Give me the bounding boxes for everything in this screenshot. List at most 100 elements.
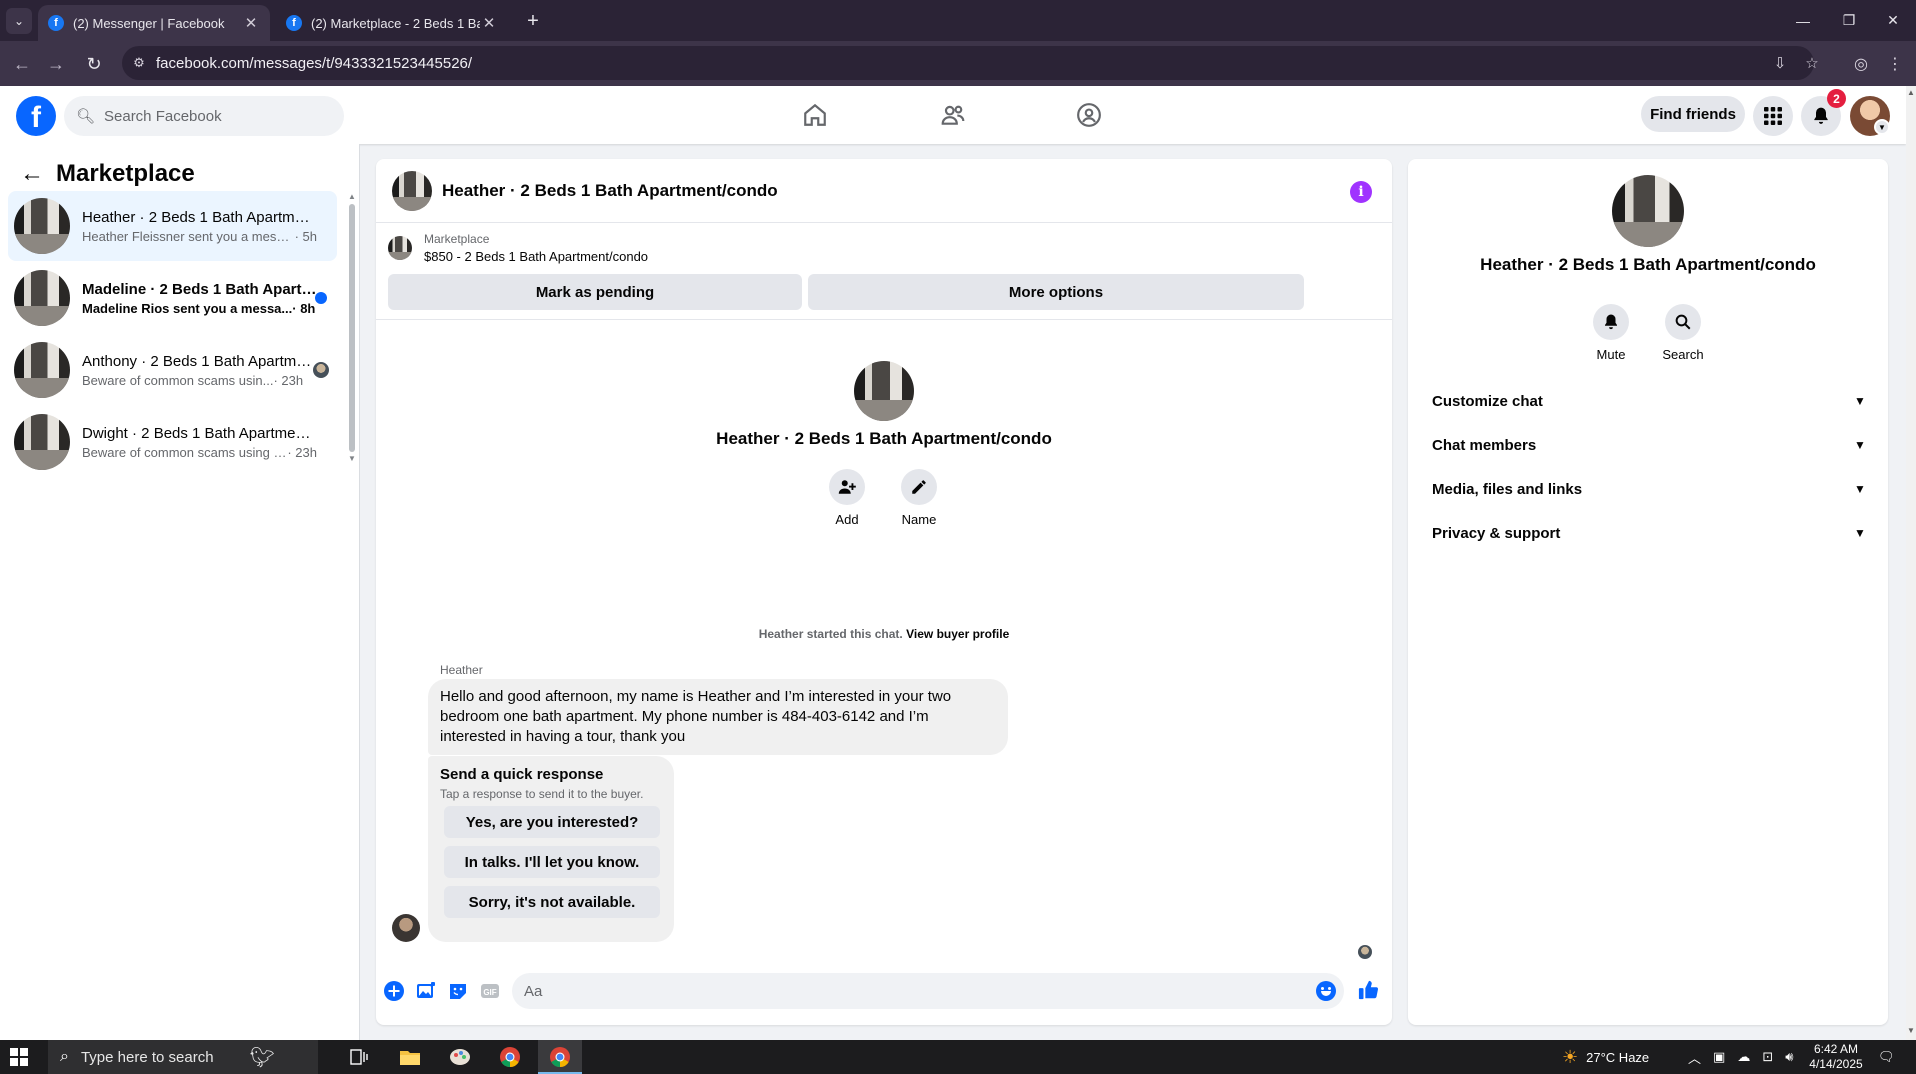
tab-messenger[interactable]: f (2) Messenger | Facebook ✕ xyxy=(38,5,270,41)
add-people-button[interactable]: Add xyxy=(812,469,882,527)
tray-overflow-icon[interactable]: ︿ xyxy=(1688,1048,1701,1067)
listing-summary[interactable]: Marketplace $850 - 2 Beds 1 Bath Apartme… xyxy=(388,232,648,264)
sender-name: Heather xyxy=(440,663,483,677)
notification-badge: 2 xyxy=(1827,89,1846,108)
bookmark-star-icon[interactable]: ☆ xyxy=(1800,51,1824,75)
scroll-up-icon[interactable]: ▲ xyxy=(348,192,356,201)
grid-menu-icon xyxy=(1764,107,1782,125)
chrome-profile-icon[interactable] xyxy=(547,1044,573,1070)
media-files-links-section[interactable]: Media, files and links ▼ xyxy=(1416,469,1880,509)
taskbar-search[interactable]: ⌕ Type here to search 🐦︎ xyxy=(48,1040,318,1074)
chat-members-section[interactable]: Chat members ▼ xyxy=(1416,425,1880,465)
url-text[interactable]: facebook.com/messages/t/9433321523445526… xyxy=(156,55,472,72)
forward-button[interactable]: → xyxy=(42,50,70,78)
tab-search-button[interactable]: ⌄ xyxy=(6,8,32,34)
svg-text:GIF: GIF xyxy=(483,988,496,997)
install-app-icon[interactable]: ⇩ xyxy=(1768,51,1792,75)
restore-button[interactable]: ❐ xyxy=(1826,0,1872,41)
photo-icon xyxy=(417,982,435,998)
privacy-support-section[interactable]: Privacy & support ▼ xyxy=(1416,513,1880,553)
message-input-box[interactable] xyxy=(512,973,1344,1009)
more-options-button[interactable]: More options xyxy=(808,274,1304,310)
page-scrollbar[interactable]: ▲ ▼ xyxy=(1906,86,1916,1040)
sidebar-scrollbar[interactable]: ▲ ▼ xyxy=(348,192,356,463)
facebook-search[interactable]: 🔍︎ xyxy=(64,96,344,136)
file-explorer-icon[interactable] xyxy=(397,1044,423,1070)
reload-button[interactable]: ↻ xyxy=(80,50,108,78)
chevron-down-icon: ⌄ xyxy=(13,14,25,28)
listing-description: $850 - 2 Beds 1 Bath Apartment/condo xyxy=(424,249,649,264)
back-arrow-icon[interactable]: ← xyxy=(16,158,48,190)
quick-response-button[interactable]: Yes, are you interested? xyxy=(444,806,660,838)
attach-photo-button[interactable] xyxy=(416,981,436,1001)
message-input[interactable] xyxy=(524,982,1304,1000)
site-info-icon[interactable]: ⚙ xyxy=(122,55,156,71)
nav-friends[interactable] xyxy=(898,90,1008,140)
tab-marketplace[interactable]: f (2) Marketplace - 2 Beds 1 Bath ✕ xyxy=(276,5,508,41)
clock-time: 6:42 AM xyxy=(1813,1042,1859,1056)
conversation-item[interactable]: Heather · 2 Beds 1 Bath Apartment/condo … xyxy=(8,191,337,261)
search-icon: ⌕ xyxy=(60,1048,69,1065)
taskbar-clock[interactable]: 6:42 AM 4/14/2025 xyxy=(1804,1042,1868,1072)
find-friends-button[interactable]: Find friends xyxy=(1641,96,1745,132)
browser-menu-icon[interactable]: ⋮ xyxy=(1882,51,1908,77)
listing-thumbnail xyxy=(14,198,70,254)
chevron-down-icon: ▼ xyxy=(1854,438,1866,452)
paint-app-icon[interactable] xyxy=(447,1044,473,1070)
facebook-logo[interactable]: f xyxy=(16,96,56,136)
quick-response-button[interactable]: Sorry, it's not available. xyxy=(444,886,660,918)
sender-avatar[interactable] xyxy=(392,914,420,942)
chat-avatar[interactable] xyxy=(392,170,432,211)
mute-button[interactable]: Mute xyxy=(1576,304,1646,362)
quick-response-button[interactable]: In talks. I'll let you know. xyxy=(444,846,660,878)
browser-tabstrip: ⌄ f (2) Messenger | Facebook ✕ f (2) Mar… xyxy=(0,0,1916,41)
close-tab-icon[interactable]: ✕ xyxy=(480,14,498,32)
mark-as-pending-button[interactable]: Mark as pending xyxy=(388,274,802,310)
gif-button[interactable]: GIF xyxy=(480,981,500,1001)
scroll-down-icon[interactable]: ▼ xyxy=(1906,1026,1916,1035)
close-window-button[interactable]: ✕ xyxy=(1870,0,1916,41)
chat-title[interactable]: Heather · 2 Beds 1 Bath Apartment/condo xyxy=(442,181,778,201)
view-buyer-profile-link[interactable]: View buyer profile xyxy=(906,627,1009,641)
name-chat-button[interactable]: Name xyxy=(884,469,954,527)
nav-home[interactable] xyxy=(760,90,870,140)
conversation-title: Heather · 2 Beds 1 Bath Apartment/condo xyxy=(716,429,1052,448)
scroll-up-icon[interactable]: ▲ xyxy=(1906,88,1916,97)
profile-icon[interactable]: ◎ xyxy=(1848,51,1874,77)
chrome-icon[interactable] xyxy=(497,1044,523,1070)
scroll-down-icon[interactable]: ▼ xyxy=(348,454,356,463)
quick-response-card: Send a quick response Tap a response to … xyxy=(428,756,674,942)
windows-start-icon[interactable] xyxy=(10,1048,28,1066)
minimize-button[interactable]: — xyxy=(1780,0,1826,41)
scrollbar-thumb[interactable] xyxy=(349,204,355,452)
sticker-button[interactable] xyxy=(448,981,468,1001)
task-view-icon[interactable] xyxy=(346,1044,372,1070)
nav-groups[interactable] xyxy=(1034,90,1144,140)
info-icon[interactable]: i xyxy=(1350,181,1372,203)
menu-button[interactable] xyxy=(1753,96,1793,136)
conversation-preview: Beware of common scams using p... xyxy=(82,444,288,460)
conversation-item[interactable]: Anthony · 2 Beds 1 Bath Apartment/condo … xyxy=(8,335,337,405)
new-tab-button[interactable]: + xyxy=(520,8,546,34)
message-bubble[interactable]: Hello and good afternoon, my name is Hea… xyxy=(428,679,1008,755)
more-actions-button[interactable] xyxy=(384,981,404,1001)
search-in-chat-button[interactable]: Search xyxy=(1648,304,1718,362)
customize-chat-section[interactable]: Customize chat ▼ xyxy=(1416,381,1880,421)
meet-now-icon[interactable]: ▣ xyxy=(1713,1049,1725,1065)
sticker-icon xyxy=(450,984,466,999)
like-button[interactable] xyxy=(1358,979,1380,1001)
close-tab-icon[interactable]: ✕ xyxy=(242,14,260,32)
address-bar[interactable]: ⚙ facebook.com/messages/t/94333215234455… xyxy=(122,46,1819,80)
volume-icon[interactable]: 🔊︎ xyxy=(1785,1049,1793,1065)
emoji-icon[interactable] xyxy=(1316,981,1336,1001)
search-input[interactable] xyxy=(104,107,324,125)
network-icon[interactable]: ⊡ xyxy=(1762,1049,1773,1065)
back-button[interactable]: ← xyxy=(8,50,36,78)
conversation-item[interactable]: Dwight · 2 Beds 1 Bath Apartment/condo B… xyxy=(8,407,337,477)
chat-info-panel: Heather · 2 Beds 1 Bath Apartment/condo … xyxy=(1408,159,1888,1025)
chevron-down-icon[interactable]: ▼ xyxy=(1874,119,1890,135)
onedrive-icon[interactable]: ☁ xyxy=(1737,1049,1750,1065)
weather-widget[interactable]: ☀ 27°C Haze xyxy=(1562,1040,1649,1074)
conversation-item[interactable]: Madeline · 2 Beds 1 Bath Apartment/condo… xyxy=(8,263,337,333)
notification-center-icon[interactable]: 🗨︎ xyxy=(1878,1040,1895,1074)
